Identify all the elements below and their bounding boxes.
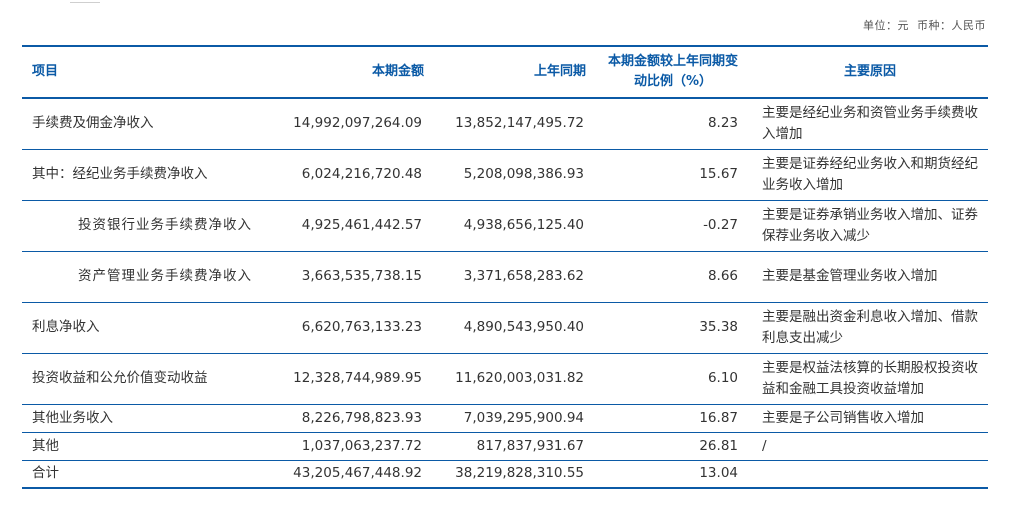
header-current: 本期金额 <box>371 64 424 79</box>
header-item: 项目 <box>32 64 59 79</box>
table-header-row: 项目 本期金额 上年同期 本期金额较上年同期变动比例（%） 主要原因 <box>22 46 988 98</box>
cell-item: 资产管理业务手续费净收入 <box>78 268 252 284</box>
cell-change: 8.23 <box>707 115 738 132</box>
cell-item: 利息净收入 <box>32 319 100 335</box>
table-row: 利息净收入 6,620,763,133.23 4,890,543,950.40 … <box>22 302 988 353</box>
cell-current: 1,037,063,237.72 <box>301 437 422 454</box>
cell-prior: 7,039,295,900.94 <box>463 409 584 426</box>
table-row-total: 合计 43,205,467,448.92 38,219,828,310.55 1… <box>22 460 988 488</box>
header-prior: 上年同期 <box>533 64 586 79</box>
cell-change: 35.38 <box>699 319 738 335</box>
cell-change: 13.04 <box>699 465 738 482</box>
cell-prior: 13,852,147,495.72 <box>455 115 584 132</box>
cell-prior: 5,208,098,386.93 <box>463 166 584 182</box>
table-row: 其他业务收入 8,226,798,823.93 7,039,295,900.94… <box>22 404 988 432</box>
header-change: 本期金额较上年同期变动比例（%） <box>607 54 738 89</box>
cell-reason: 主要是基金管理业务收入增加 <box>762 268 938 284</box>
revenue-table: 项目 本期金额 上年同期 本期金额较上年同期变动比例（%） 主要原因 手续费及佣… <box>22 45 988 489</box>
cell-reason: / <box>762 437 767 454</box>
cell-change: 16.87 <box>699 409 738 426</box>
cell-current: 14,992,097,264.09 <box>293 115 422 132</box>
cell-prior: 4,938,656,125.40 <box>463 217 584 233</box>
cell-prior: 11,620,003,031.82 <box>455 370 584 386</box>
cell-item: 其他业务收入 <box>32 409 113 426</box>
cell-reason: 主要是证券承销业务收入增加、证券保荐业务收入减少 <box>762 206 978 244</box>
table-row: 投资收益和公允价值变动收益 12,328,744,989.95 11,620,0… <box>22 353 988 404</box>
cell-change: 6.10 <box>707 370 738 386</box>
cell-change: 8.66 <box>707 268 738 284</box>
cell-reason: 主要是融出资金利息收入增加、借款利息支出减少 <box>762 308 978 346</box>
cell-change: -0.27 <box>703 217 738 233</box>
cell-reason: 主要是权益法核算的长期股权投资收益和金融工具投资收益增加 <box>762 359 978 397</box>
cell-item: 投资收益和公允价值变动收益 <box>32 370 208 386</box>
table-row: 其他 1,037,063,237.72 817,837,931.67 26.81… <box>22 432 988 460</box>
table-row: 手续费及佣金净收入 14,992,097,264.09 13,852,147,4… <box>22 98 988 149</box>
cell-current: 43,205,467,448.92 <box>293 465 422 482</box>
cell-item: 合计 <box>32 465 59 482</box>
cell-current: 4,925,461,442.57 <box>301 217 422 233</box>
cell-current: 6,620,763,133.23 <box>301 319 422 335</box>
header-reason: 主要原因 <box>843 64 896 79</box>
cell-reason: 主要是经纪业务和资管业务手续费收入增加 <box>762 104 978 142</box>
top-edge-mark <box>70 0 100 3</box>
cell-reason: 主要是子公司销售收入增加 <box>762 409 924 426</box>
cell-reason: 主要是证券经纪业务收入和期货经纪业务收入增加 <box>762 155 978 193</box>
table-row: 投资银行业务手续费净收入 4,925,461,442.57 4,938,656,… <box>22 200 988 251</box>
cell-change: 26.81 <box>699 437 738 454</box>
table-row: 资产管理业务手续费净收入 3,663,535,738.15 3,371,658,… <box>22 251 988 302</box>
unit-currency-line: 单位：元 币种：人民币 <box>855 17 986 33</box>
cell-current: 12,328,744,989.95 <box>293 370 422 386</box>
cell-current: 3,663,535,738.15 <box>301 268 422 284</box>
cell-prior: 4,890,543,950.40 <box>463 319 584 335</box>
unit-label: 单位：元 <box>863 19 909 32</box>
cell-change: 15.67 <box>699 166 738 182</box>
cell-item: 手续费及佣金净收入 <box>32 115 154 132</box>
cell-reason <box>752 460 988 488</box>
cell-current: 6,024,216,720.48 <box>301 166 422 182</box>
cell-prior: 38,219,828,310.55 <box>455 465 584 482</box>
cell-item: 投资银行业务手续费净收入 <box>78 217 252 233</box>
cell-prior: 817,837,931.67 <box>476 437 584 454</box>
cell-prior: 3,371,658,283.62 <box>463 268 584 284</box>
cell-current: 8,226,798,823.93 <box>301 409 422 426</box>
currency-label: 币种：人民币 <box>917 19 986 32</box>
cell-item: 其他 <box>32 437 59 454</box>
table-row: 其中：经纪业务手续费净收入 6,024,216,720.48 5,208,098… <box>22 149 988 200</box>
cell-item: 其中：经纪业务手续费净收入 <box>32 166 208 182</box>
